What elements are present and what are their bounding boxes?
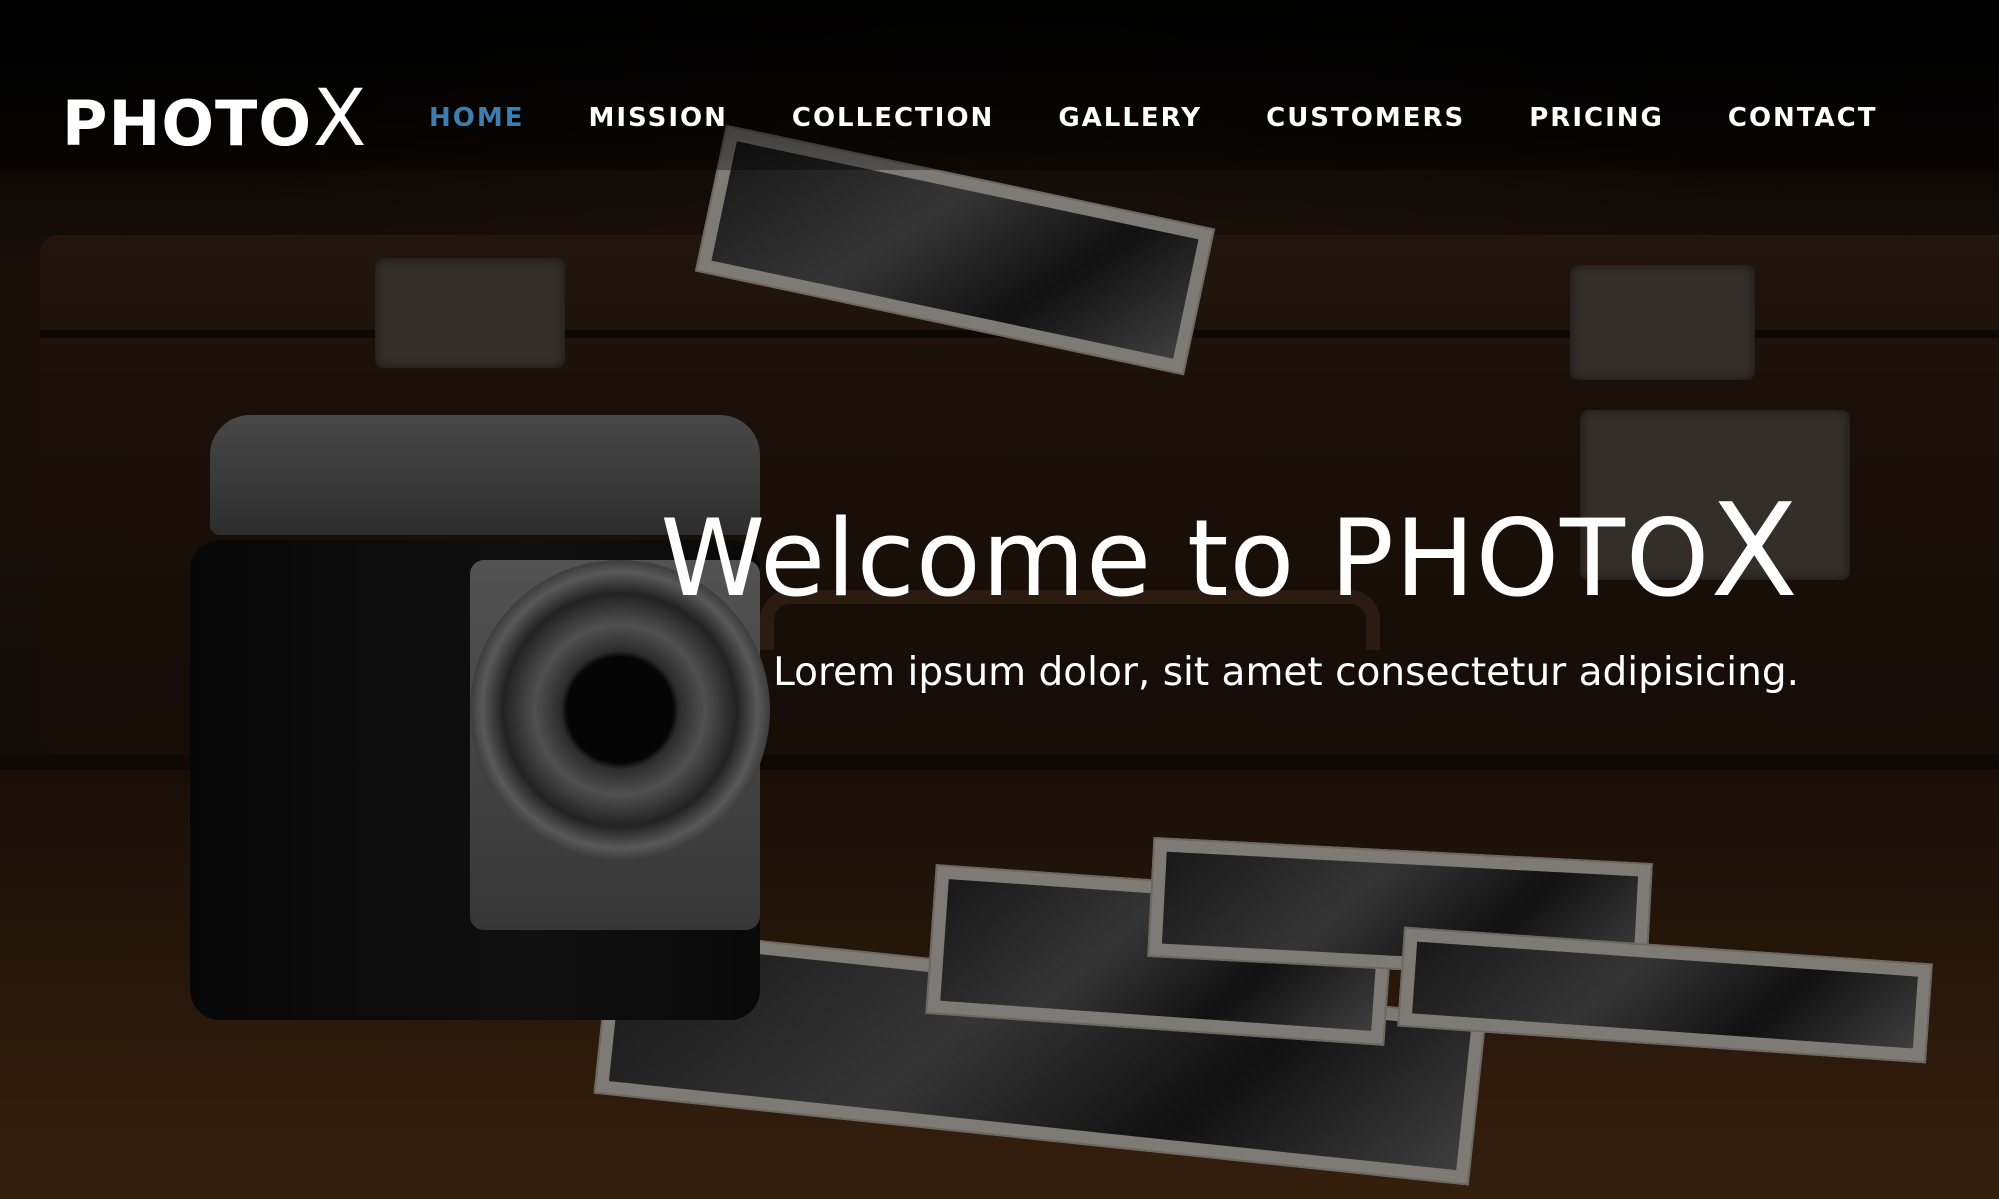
logo-text-accent: X [313, 74, 367, 164]
site-logo[interactable]: PHOTOX [62, 80, 366, 158]
nav-item-gallery-wrapper: GALLERY [1058, 103, 1202, 133]
nav-link-home[interactable]: HOME [429, 103, 525, 133]
hero-title-accent: X [1710, 477, 1799, 626]
nav-link-pricing[interactable]: PRICING [1529, 103, 1664, 133]
nav-item-pricing-wrapper: PRICING [1529, 103, 1664, 133]
nav-link-mission[interactable]: MISSION [589, 103, 728, 133]
nav-link-collection[interactable]: COLLECTION [792, 103, 994, 133]
nav-item-collection-wrapper: COLLECTION [792, 103, 994, 133]
nav-item-home-wrapper: HOME [429, 103, 525, 133]
nav-item-customers-wrapper: CUSTOMERS [1266, 103, 1465, 133]
nav-item-contact-wrapper: CONTACT [1728, 103, 1878, 133]
nav-item-mission-wrapper: MISSION [589, 103, 728, 133]
nav-link-gallery[interactable]: GALLERY [1058, 103, 1202, 133]
logo-text-main: PHOTO [62, 87, 313, 160]
hero-title-main: Welcome to PHOTO [660, 497, 1711, 620]
hero-subtitle: Lorem ipsum dolor, sit amet consectetur … [773, 650, 1799, 695]
main-nav-menu: HOME MISSION COLLECTION GALLERY CUSTOMER… [429, 103, 1877, 133]
site-header: PHOTOX HOME MISSION COLLECTION GALLERY C… [0, 0, 1999, 235]
hero-title: Welcome to PHOTOX [660, 488, 1799, 616]
hero-section: PHOTOX HOME MISSION COLLECTION GALLERY C… [0, 0, 1999, 1199]
nav-link-contact[interactable]: CONTACT [1728, 103, 1878, 133]
nav-link-customers[interactable]: CUSTOMERS [1266, 103, 1465, 133]
